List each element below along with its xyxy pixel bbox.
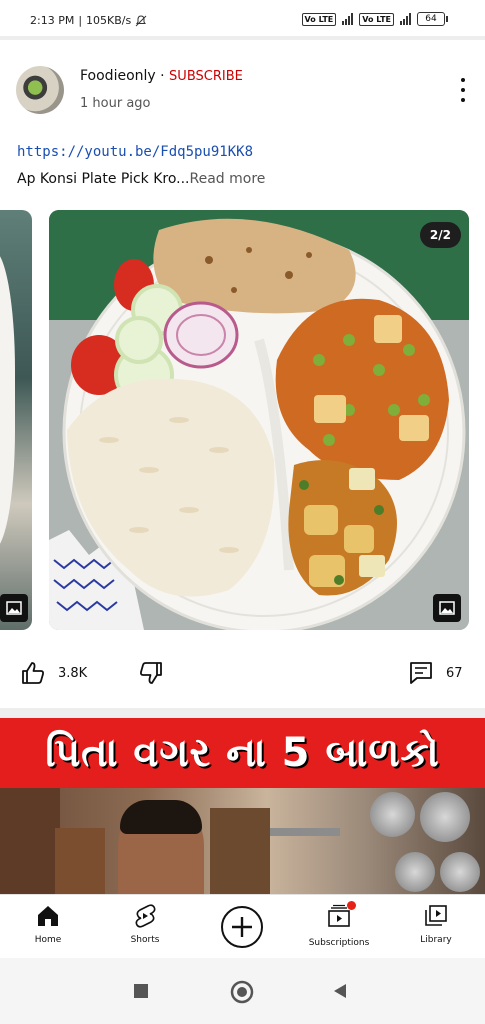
current-image[interactable]: 2/2 [49, 210, 469, 630]
image-icon [433, 594, 461, 622]
thumbs-down-icon[interactable] [138, 660, 164, 686]
home-icon [38, 906, 58, 926]
recent-apps-button[interactable] [133, 983, 149, 1003]
nav-library-label: Library [420, 935, 452, 945]
create-icon [221, 906, 263, 948]
feed-separator [0, 708, 485, 718]
network-speed: 105KB/s [86, 14, 132, 27]
thumbs-up-icon[interactable] [20, 660, 46, 686]
comment-action[interactable]: 67 [408, 660, 463, 686]
image-carousel[interactable]: 2/2 [0, 210, 485, 632]
channel-avatar[interactable] [16, 66, 64, 114]
status-left: 2:13 PM | 105KB/s [30, 14, 147, 27]
status-right: Vo LTE Vo LTE 64 [301, 12, 448, 26]
nav-shorts-label: Shorts [130, 935, 160, 945]
back-triangle-icon [334, 984, 346, 998]
nav-home[interactable]: Home [8, 903, 88, 945]
post-caption: Ap Konsi Plate Pick Kro...Read more [17, 171, 265, 187]
nav-subscriptions[interactable]: Subscriptions [299, 901, 379, 948]
circle-icon [230, 980, 254, 1004]
image-icon-prev [0, 594, 28, 622]
comment-count: 67 [446, 665, 463, 681]
nav-library[interactable]: Library [396, 903, 476, 945]
back-button[interactable] [332, 983, 348, 1003]
read-more-link[interactable]: Read more [190, 171, 266, 187]
nav-home-label: Home [34, 935, 62, 945]
channel-row: Foodieonly · SUBSCRIBE [80, 68, 243, 84]
bottom-navigation: Home Shorts Subscriptions Library [0, 894, 485, 959]
next-video-thumbnail[interactable]: પિતા વગર ના 5 બાળકો [0, 718, 485, 894]
signal-icon [342, 13, 354, 25]
post-header: Foodieonly · SUBSCRIBE 1 hour ago [0, 48, 485, 138]
shorts-icon [135, 904, 156, 928]
utensil-shelf [365, 792, 485, 892]
food-plate-image [49, 210, 469, 630]
library-icon [425, 905, 447, 926]
notification-dot [347, 901, 356, 910]
previous-image[interactable] [0, 210, 32, 630]
like-count: 3.8K [58, 665, 88, 681]
square-icon [134, 984, 148, 998]
status-time: 2:13 PM [30, 14, 75, 27]
system-navigation-bar [0, 958, 485, 1024]
post-time: 1 hour ago [80, 96, 151, 111]
nav-subscriptions-label: Subscriptions [308, 938, 370, 948]
name-separator: · [160, 68, 165, 84]
nav-shorts[interactable]: Shorts [105, 903, 185, 945]
comment-icon[interactable] [408, 660, 434, 686]
signal-icon-2 [400, 13, 411, 25]
status-bar: 2:13 PM | 105KB/s Vo LTE Vo LTE 64 [0, 0, 485, 40]
home-button[interactable] [230, 980, 254, 1008]
mute-icon [135, 14, 147, 26]
thumbnail-scene [0, 788, 485, 894]
nav-create[interactable] [202, 905, 282, 949]
battery-indicator: 64 [417, 12, 448, 26]
image-counter: 2/2 [419, 222, 461, 248]
more-options-icon[interactable] [456, 78, 470, 102]
thumbnail-person [118, 800, 204, 894]
caption-text: Ap Konsi Plate Pick Kro... [17, 171, 190, 187]
thumbnail-title: પિતા વગર ના 5 બાળકો [0, 718, 485, 788]
dislike-action[interactable] [138, 660, 164, 686]
channel-name[interactable]: Foodieonly [80, 68, 156, 84]
like-action[interactable]: 3.8K [20, 660, 87, 686]
post-actions: 3.8K 67 [0, 650, 485, 696]
volte-badge-2: Vo LTE [359, 12, 394, 26]
subscribe-button[interactable]: SUBSCRIBE [169, 69, 243, 84]
post-link[interactable]: https://youtu.be/Fdq5pu91KK8 [17, 144, 253, 160]
volte-badge: Vo LTE [301, 12, 337, 26]
